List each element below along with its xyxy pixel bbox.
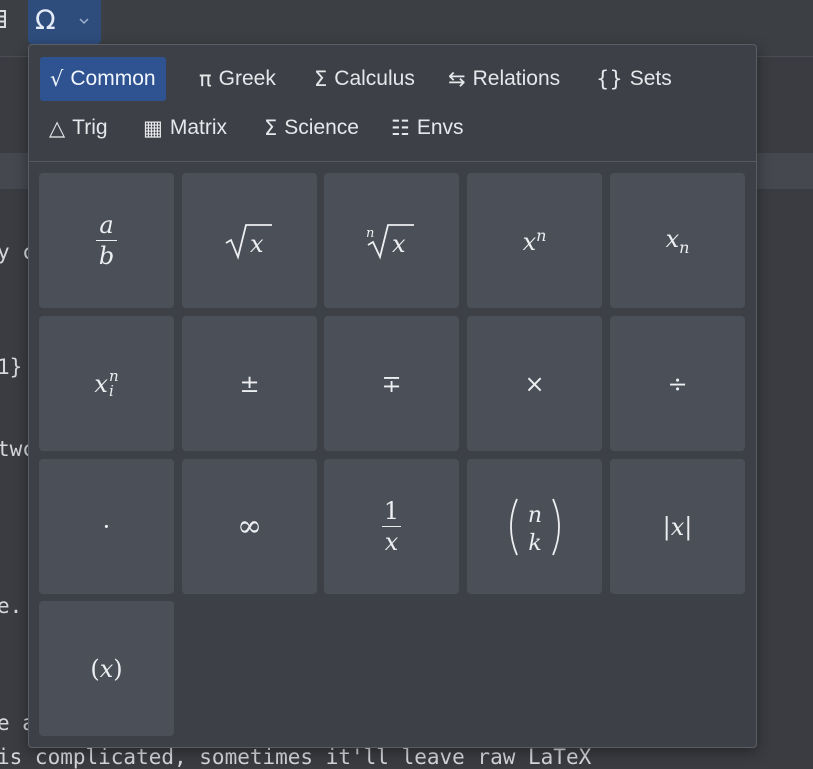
symbol-reciprocal[interactable]: 1x xyxy=(324,459,459,594)
tab-label: Calculus xyxy=(334,67,415,90)
symbol-cdot[interactable]: · xyxy=(39,459,174,594)
relations-arrows-icon: ⇆ xyxy=(448,67,466,91)
tab-label: Trig xyxy=(72,116,108,139)
tab-calculus[interactable]: Σ Calculus xyxy=(304,57,425,101)
sigma-icon: Σ xyxy=(264,116,278,140)
symbol-divide[interactable]: ÷ xyxy=(610,316,745,451)
svg-text:x: x xyxy=(250,230,264,258)
editor-line: 1} xyxy=(0,355,23,379)
symbol-binomial[interactable]: n k xyxy=(467,459,602,594)
tab-sets[interactable]: {} Sets xyxy=(586,57,682,101)
tab-envs[interactable]: ☷ Envs xyxy=(381,106,474,150)
tab-label: Matrix xyxy=(169,116,228,139)
tab-label: Common xyxy=(70,67,156,90)
editor-line: is complicated, sometimes it'll leave ra… xyxy=(0,745,592,769)
sigma-icon: Σ xyxy=(314,67,328,91)
tab-label: Greek xyxy=(218,67,276,90)
symbol-parentheses[interactable]: (x) xyxy=(39,601,174,736)
svg-text:n: n xyxy=(527,503,541,528)
symbol-absolute-value[interactable]: |x| xyxy=(610,459,745,594)
symbol-sub-superscript[interactable]: x ni xyxy=(39,316,174,451)
symbol-minus-plus[interactable]: ∓ xyxy=(324,316,459,451)
pi-icon: π xyxy=(199,67,212,91)
symbol-times[interactable]: × xyxy=(467,316,602,451)
tab-science[interactable]: Σ Science xyxy=(254,106,369,150)
symbol-infinity[interactable]: ∞ xyxy=(182,459,317,594)
tab-common[interactable]: √ Common xyxy=(40,57,166,101)
tab-relations[interactable]: ⇆ Relations xyxy=(438,57,570,101)
braces-icon: {} xyxy=(596,67,623,91)
tab-label: Envs xyxy=(416,116,464,139)
svg-text:x: x xyxy=(392,230,406,258)
symbol-subscript[interactable]: xn xyxy=(610,173,745,308)
symbol-superscript[interactable]: xn xyxy=(467,173,602,308)
insert-symbol-button[interactable]: Ω xyxy=(28,0,101,44)
tab-label: Sets xyxy=(629,67,672,90)
svg-text:n: n xyxy=(366,226,374,241)
symbol-square-root[interactable]: x xyxy=(182,173,317,308)
chevron-down-icon xyxy=(79,18,89,25)
triangle-icon: △ xyxy=(49,116,66,140)
tab-label: Relations xyxy=(472,67,561,90)
list-icon: ☷ xyxy=(391,116,410,140)
omega-icon: Ω xyxy=(35,5,56,36)
symbol-picker-popup: √ Common π Greek Σ Calculus ⇆ Relations … xyxy=(28,44,757,748)
tab-matrix[interactable]: ▦ Matrix xyxy=(133,106,237,150)
tab-greek[interactable]: π Greek xyxy=(189,57,286,101)
tabs-divider xyxy=(29,161,756,162)
table-icon[interactable] xyxy=(0,9,6,29)
symbol-fraction[interactable]: ab xyxy=(39,173,174,308)
editor-line: e. xyxy=(0,594,23,618)
tab-label: Science xyxy=(284,116,359,139)
svg-text:k: k xyxy=(528,531,541,556)
tab-trig[interactable]: △ Trig xyxy=(39,106,118,150)
grid-icon: ▦ xyxy=(143,116,163,140)
symbol-plus-minus[interactable]: ± xyxy=(182,316,317,451)
symbol-nth-root[interactable]: n x xyxy=(324,173,459,308)
sqrt-icon: √ xyxy=(50,67,64,91)
